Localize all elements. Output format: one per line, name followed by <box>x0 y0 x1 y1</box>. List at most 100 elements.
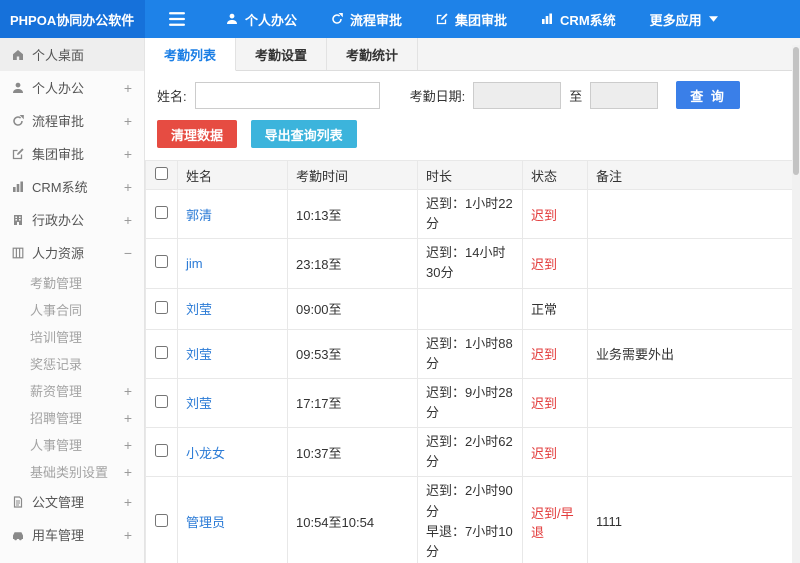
hr-icon <box>12 247 24 259</box>
sidebar-subitem[interactable]: 考勤管理 <box>0 269 144 296</box>
tab[interactable]: 考勤列表 <box>145 38 237 71</box>
sidebar-item[interactable]: 公文管理 + <box>0 485 144 518</box>
office-icon <box>12 214 24 226</box>
note-cell <box>587 238 800 289</box>
user-icon <box>12 82 24 94</box>
sidebar-item-label: 行政办公 <box>32 213 85 228</box>
process-icon <box>331 13 343 25</box>
topnav-item[interactable]: 流程审批 <box>314 0 419 38</box>
sidebar-subitem-label: 人事合同 <box>30 303 83 318</box>
topnav-item[interactable]: 个人办公 <box>209 0 314 38</box>
employee-name-link[interactable]: 刘莹 <box>186 396 212 411</box>
to-label: 至 <box>569 88 583 104</box>
sidebar-subitem[interactable]: 人事管理 + <box>0 431 144 458</box>
expand-toggle[interactable]: + <box>124 180 132 194</box>
attendance-table-wrap: 姓名 考勤时间 时长 状态 备注 郭清 10:13至 迟到：1小时22分 迟到 jim 2… <box>145 160 800 563</box>
expand-toggle[interactable]: + <box>124 528 132 542</box>
topbar: PHPOA协同办公软件 个人办公 流程审批 集团审批 CRM系统 更多应用 <box>0 0 800 38</box>
employee-name-link[interactable]: 刘莹 <box>186 302 212 317</box>
hamburger-icon <box>169 12 185 26</box>
filter-bar: 姓名: 考勤日期: 至 查 询 <box>145 71 800 118</box>
expand-toggle[interactable]: + <box>124 81 132 95</box>
expand-toggle[interactable]: − <box>124 246 132 260</box>
expand-toggle[interactable]: + <box>124 384 132 398</box>
tab[interactable]: 考勤设置 <box>236 38 328 70</box>
employee-name-link[interactable]: 刘莹 <box>186 347 212 362</box>
topnav-item[interactable]: 更多应用 <box>633 0 735 38</box>
sidebar-item[interactable]: 流程审批 + <box>0 104 144 137</box>
table-row: 郭清 10:13至 迟到：1小时22分 迟到 <box>145 188 800 240</box>
note-cell <box>587 377 800 429</box>
sidebar-subitem-label: 培训管理 <box>30 330 83 345</box>
table-row: 刘莹 09:53至 迟到：1小时88分 迟到 业务需要外出 <box>145 328 800 379</box>
row-checkbox[interactable] <box>155 444 168 458</box>
car-icon <box>12 529 24 541</box>
col-header-name: 姓名 <box>177 160 288 190</box>
topnav-item-label: 个人办公 <box>245 12 298 28</box>
sidebar-subitem-label: 奖惩记录 <box>30 357 83 372</box>
clean-data-button[interactable]: 清理数据 <box>157 120 238 148</box>
sidebar-item[interactable]: 人力资源 − <box>0 236 144 269</box>
row-checkbox[interactable] <box>155 300 168 314</box>
name-label: 姓名: <box>157 88 187 104</box>
search-button[interactable]: 查 询 <box>676 81 740 109</box>
col-header-time: 考勤时间 <box>287 160 418 190</box>
sidebar-subitem-label: 考勤管理 <box>30 276 83 291</box>
row-checkbox[interactable] <box>155 513 168 527</box>
sidebar-item[interactable]: 个人桌面 <box>0 38 144 71</box>
sidebar-item[interactable]: CRM系统 + <box>0 170 144 203</box>
topnav-item[interactable]: CRM系统 <box>524 0 633 38</box>
attendance-time-cell: 09:00至 <box>287 287 418 330</box>
top-nav: 个人办公 流程审批 集团审批 CRM系统 更多应用 <box>209 0 735 38</box>
table-row: jim 23:18至 迟到：14小时30分 迟到 <box>145 238 800 289</box>
sidebar-item[interactable]: 集团审批 + <box>0 137 144 170</box>
sidebar-subitem[interactable]: 奖惩记录 <box>0 350 144 377</box>
date-to-input[interactable] <box>590 81 659 109</box>
expand-toggle[interactable]: + <box>124 114 132 128</box>
expand-toggle[interactable]: + <box>124 438 132 452</box>
sidebar-item[interactable]: 个人办公 + <box>0 71 144 104</box>
topnav-item-label: 集团审批 <box>455 12 508 28</box>
employee-name-link[interactable]: 郭清 <box>186 208 212 223</box>
attendance-time-cell: 23:18至 <box>287 238 418 289</box>
topnav-item-label: 流程审批 <box>350 12 403 28</box>
name-input[interactable] <box>194 81 380 109</box>
scrollbar[interactable] <box>792 45 800 563</box>
select-all-checkbox[interactable] <box>155 167 168 180</box>
employee-name-link[interactable]: 小龙女 <box>186 446 225 461</box>
employee-name-link[interactable]: 管理员 <box>186 515 225 530</box>
expand-toggle[interactable]: + <box>124 213 132 227</box>
topnav-item[interactable]: 集团审批 <box>419 0 524 38</box>
sidebar-item-label: 个人办公 <box>32 81 85 96</box>
sidebar-subitem[interactable]: 薪资管理 + <box>0 377 144 404</box>
row-checkbox[interactable] <box>155 255 168 269</box>
row-checkbox[interactable] <box>155 394 168 408</box>
sidebar-item[interactable]: 用车管理 + <box>0 518 144 551</box>
duration-cell: 迟到：1小时22分 <box>417 188 523 240</box>
row-checkbox[interactable] <box>155 345 168 359</box>
expand-toggle[interactable]: + <box>124 411 132 425</box>
export-list-button[interactable]: 导出查询列表 <box>250 120 357 148</box>
expand-toggle[interactable]: + <box>124 147 132 161</box>
sidebar-item[interactable]: 行政办公 + <box>0 203 144 236</box>
table-row: 管理员 10:54至10:54 迟到：2小时90分 早退：7小时10分 迟到/早退 11… <box>145 476 800 563</box>
scrollbar-thumb[interactable] <box>793 47 799 175</box>
sidebar-subitem[interactable]: 培训管理 <box>0 323 144 350</box>
employee-name-link[interactable]: jim <box>186 256 203 271</box>
row-checkbox[interactable] <box>155 206 168 220</box>
date-from-input[interactable] <box>473 81 562 109</box>
sidebar-subitem[interactable]: 人事合同 <box>0 296 144 323</box>
sidebar-item-label: 用车管理 <box>32 528 85 543</box>
duration-cell: 迟到：2小时62分 <box>417 427 523 478</box>
app-logo[interactable]: PHPOA协同办公软件 <box>0 0 145 38</box>
duration-cell: 迟到：9小时28分 <box>417 377 523 429</box>
sidebar-subitem[interactable]: 基础类别设置 + <box>0 458 144 485</box>
sidebar-subitem-label: 薪资管理 <box>30 384 83 399</box>
status-cell: 迟到 <box>522 188 588 240</box>
menu-toggle-button[interactable] <box>145 0 209 38</box>
expand-toggle[interactable]: + <box>124 495 132 509</box>
sidebar-subitem[interactable]: 招聘管理 + <box>0 404 144 431</box>
expand-toggle[interactable]: + <box>124 465 132 479</box>
doc-icon <box>12 495 24 508</box>
tab[interactable]: 考勤统计 <box>327 38 419 70</box>
